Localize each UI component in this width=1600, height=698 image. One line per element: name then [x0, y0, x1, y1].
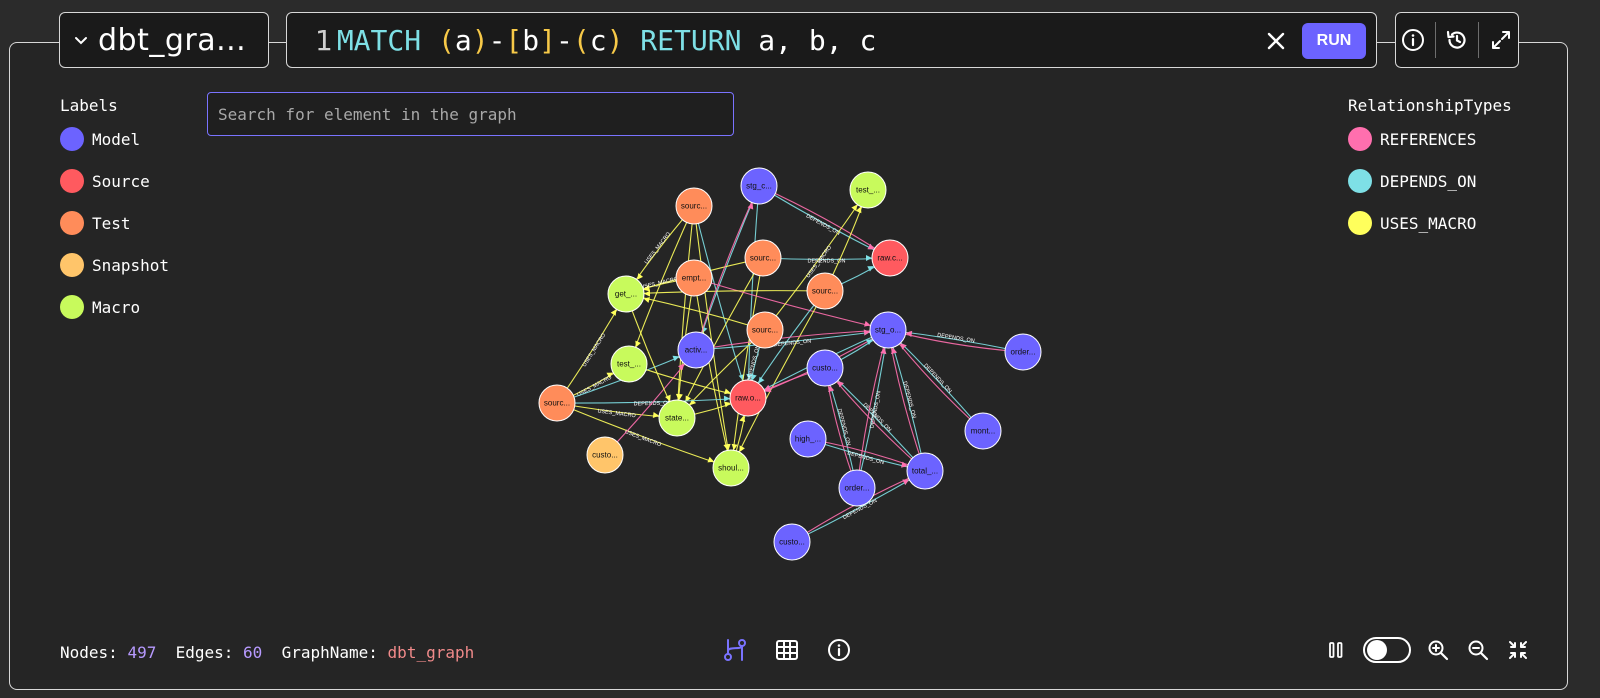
node-label: state... [665, 414, 689, 423]
graph-node-source[interactable]: raw.c... [871, 239, 909, 277]
node-label: custo... [592, 451, 618, 460]
graph-node-model[interactable]: high_... [789, 420, 827, 458]
edge-label: USES_MACRO [644, 231, 673, 266]
edge-references[interactable] [693, 277, 889, 331]
node-label: order... [845, 484, 870, 493]
graph-node-macro[interactable]: test_... [610, 345, 648, 383]
edge-arrowhead [707, 456, 715, 463]
node-label: raw.o... [735, 394, 761, 403]
node-label: sourc... [752, 326, 778, 335]
nodes-layer: stg_c... test_... sourc... raw.c... sourc...… [538, 167, 1042, 561]
graph-node-model[interactable]: custo... [773, 523, 811, 561]
graph-node-model[interactable]: total_... [906, 452, 944, 490]
graph-node-model[interactable]: order... [1004, 333, 1042, 371]
node-label: activ... [685, 346, 708, 355]
node-label: sourc... [750, 254, 776, 263]
node-label: high_... [795, 435, 821, 444]
edge-label: USES_MACRO [624, 429, 663, 448]
edge-label: USES_MACRO [640, 276, 680, 291]
node-label: mont... [971, 427, 995, 436]
collapse-icon[interactable] [1505, 637, 1531, 663]
graph-node-model[interactable]: mont... [964, 412, 1002, 450]
edge-label: USES_MACRO [582, 332, 608, 368]
graph-node-model[interactable]: order... [838, 469, 876, 507]
graph-node-test[interactable]: sourc... [744, 239, 782, 277]
physics-toggle[interactable] [1363, 637, 1411, 663]
edge-label: DEPENDS_ON [937, 332, 975, 344]
edge-arrowhead [652, 412, 660, 418]
canvas-controls [1323, 637, 1531, 663]
toggle-knob [1367, 640, 1387, 660]
graph-node-macro[interactable]: shoul... [712, 449, 750, 487]
graph-node-source[interactable]: raw.o... [729, 379, 767, 417]
zoom-in-icon[interactable] [1425, 637, 1451, 663]
node-label: stg_c... [746, 182, 772, 191]
node-label: shoul... [718, 464, 744, 473]
edge-arrowhead [866, 255, 872, 261]
node-label: sourc... [544, 399, 570, 408]
graph-view-icon[interactable] [722, 637, 748, 663]
edge-arrowhead [723, 395, 731, 402]
edge-label: DEPENDS_ON [847, 450, 885, 466]
table-view-icon[interactable] [774, 637, 800, 663]
node-label: test_... [617, 360, 641, 369]
graph-stats: Nodes: 497 Edges: 60 GraphName: dbt_grap… [60, 643, 474, 662]
node-label: get_... [615, 290, 637, 299]
info-icon[interactable] [826, 637, 852, 663]
nodes-count: 497 [127, 643, 157, 662]
node-label: order... [1011, 348, 1036, 357]
graph-name-value: dbt_graph [387, 643, 475, 662]
nodes-key: Nodes: [60, 643, 118, 662]
node-label: sourc... [812, 287, 838, 296]
edge-arrowhead [672, 355, 680, 362]
edge-label: DEPENDS_ON [922, 363, 952, 395]
node-label: empt... [682, 274, 706, 283]
node-label: custo... [779, 538, 805, 547]
node-label: total_... [912, 467, 938, 476]
edge-arrowhead [635, 340, 641, 348]
graph-node-macro[interactable]: test_... [849, 171, 887, 209]
edge-arrowhead [689, 398, 697, 406]
pause-icon[interactable] [1323, 637, 1349, 663]
graph-node-macro[interactable]: get_... [607, 275, 645, 313]
edge-arrowhead [902, 479, 910, 485]
graph-node-test[interactable]: sourc... [538, 384, 576, 422]
graph-node-snapshot[interactable]: custo... [586, 436, 624, 474]
graphname-key: GraphName: [281, 643, 378, 662]
graph-node-test[interactable]: sourc... [806, 272, 844, 310]
graph-node-model[interactable]: custo... [806, 349, 844, 387]
node-label: sourc... [681, 202, 707, 211]
node-label: custo... [812, 364, 838, 373]
edge-label: USES_MACRO [597, 409, 637, 420]
graph-node-test[interactable]: sourc... [675, 187, 713, 225]
graph-node-macro[interactable]: state... [658, 399, 696, 437]
edges-key: Edges: [175, 643, 234, 662]
zoom-out-icon[interactable] [1465, 637, 1491, 663]
graph-node-model[interactable]: activ... [677, 331, 715, 369]
graph-node-model[interactable]: stg_o... [869, 311, 907, 349]
graph-node-test[interactable]: empt... [675, 259, 713, 297]
node-label: test_... [856, 186, 880, 195]
edges-count: 60 [243, 643, 263, 662]
node-label: raw.c... [877, 254, 902, 263]
view-switcher [722, 637, 852, 663]
graph-node-test[interactable]: sourc... [746, 311, 784, 349]
graph-canvas[interactable]: DEPENDS_ON USES_MACRO DEPENDS_ON USES_MACRO… [0, 0, 1600, 698]
graph-node-model[interactable]: stg_c... [740, 167, 778, 205]
node-label: stg_o... [875, 326, 901, 335]
edge-arrowhead [643, 290, 651, 297]
